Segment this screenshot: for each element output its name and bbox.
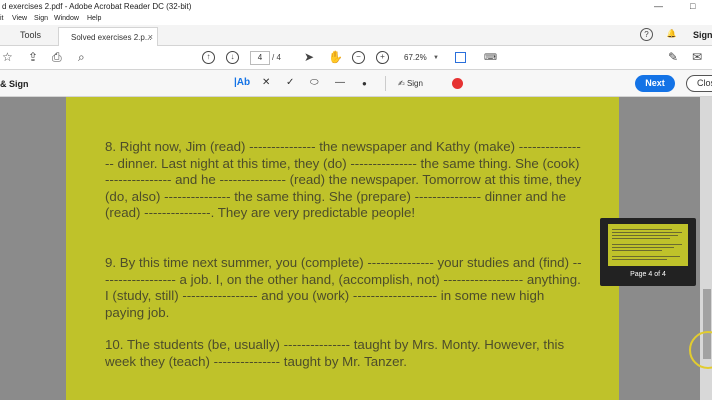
page-thumbnail-popup: Page 4 of 4 [600, 218, 696, 286]
thumb-line [612, 247, 674, 248]
fill-sign-icon[interactable]: ✎ [668, 50, 678, 64]
fill-sign-toolbar: & Sign |Ab ✕ ✓ ⬭ — ● ✍ Sign Next Clos [0, 70, 712, 97]
thumbnail-page-label: Page 4 of 4 [630, 271, 666, 278]
exercise-10-text: 10. The students (be, usually) ---------… [105, 337, 565, 369]
page-display-icon[interactable] [455, 52, 466, 63]
menu-window[interactable]: Window [54, 15, 79, 22]
thumb-line [612, 235, 678, 236]
close-button[interactable]: Clos [686, 75, 712, 92]
title-bar: d exercises 2.pdf - Adobe Acrobat Reader… [0, 0, 712, 14]
thumb-line [612, 244, 682, 245]
zoom-select[interactable]: 67.2% ▼ [398, 51, 442, 65]
tab-tools[interactable]: Tools [20, 30, 41, 40]
thumb-line [612, 232, 682, 233]
fill-sign-title: & Sign [0, 79, 29, 89]
maximize-icon[interactable]: □ [690, 1, 695, 11]
dot-icon[interactable]: ● [362, 79, 367, 88]
zoom-value: 67.2% [404, 53, 427, 62]
tab-document-label: Solved exercises 2.p... [71, 33, 152, 42]
upload-icon[interactable]: ⇪ [28, 50, 38, 64]
previous-page-icon[interactable]: ↑ [202, 51, 215, 64]
print-icon[interactable]: ⎙ [52, 50, 62, 64]
page-number-input[interactable]: 4 [250, 51, 270, 65]
menu-bar: it View Sign Window Help [0, 14, 712, 25]
line-icon[interactable]: — [335, 77, 345, 88]
thumb-line [612, 256, 680, 257]
cross-mark-icon[interactable]: ✕ [262, 77, 270, 88]
sign-in-link[interactable]: Sign [693, 30, 712, 40]
thumb-line [612, 259, 667, 260]
star-icon[interactable]: ☆ [2, 50, 13, 64]
help-icon[interactable]: ? [640, 28, 653, 41]
color-picker-icon[interactable] [452, 78, 463, 89]
sign-button-label: Sign [406, 79, 423, 88]
ellipse-icon[interactable]: ⬭ [310, 77, 319, 88]
close-tab-icon[interactable]: × [148, 32, 153, 42]
main-toolbar: ☆ ⇪ ⎙ ⌕ ↑ ↓ 4 / 4 ➤ ✋ − + 67.2% ▼ ⌨ ✎ ✉ [0, 46, 712, 70]
pdf-page: 8. Right now, Jim (read) ---------------… [66, 97, 619, 400]
keyboard-icon[interactable]: ⌨ [484, 50, 497, 64]
bell-icon[interactable]: 🔔 [665, 28, 678, 41]
menu-view[interactable]: View [12, 15, 27, 22]
thumb-line [612, 229, 672, 230]
zoom-search-icon[interactable]: ⌕ [78, 50, 85, 64]
sign-button[interactable]: ✍ Sign [398, 79, 423, 88]
next-page-icon[interactable]: ↓ [226, 51, 239, 64]
page-total: / 4 [272, 53, 281, 62]
thumb-line [612, 250, 662, 251]
page-thumbnail [608, 224, 688, 266]
select-cursor-icon[interactable]: ➤ [304, 50, 314, 64]
menu-sign[interactable]: Sign [34, 15, 48, 22]
zoom-out-icon[interactable]: − [352, 51, 365, 64]
minimize-icon[interactable]: — [654, 1, 663, 11]
tabs-bar: Tools Solved exercises 2.p... × ? 🔔 Sign [0, 25, 712, 46]
exercise-8-text: 8. Right now, Jim (read) ---------------… [105, 139, 582, 221]
add-text-tool[interactable]: |Ab [234, 77, 250, 88]
window-title: d exercises 2.pdf - Adobe Acrobat Reader… [2, 2, 192, 11]
mail-icon[interactable]: ✉ [692, 50, 702, 64]
menu-edit[interactable]: it [0, 15, 4, 22]
menu-help[interactable]: Help [87, 15, 101, 22]
zoom-in-icon[interactable]: + [376, 51, 389, 64]
chevron-down-icon: ▼ [433, 55, 439, 61]
exercise-9-text: 9. By this time next summer, you (comple… [105, 255, 582, 320]
check-mark-icon[interactable]: ✓ [286, 77, 294, 88]
thumb-line [612, 238, 670, 239]
tab-document[interactable]: Solved exercises 2.p... × [58, 27, 158, 46]
hand-tool-icon[interactable]: ✋ [328, 50, 343, 64]
next-button[interactable]: Next [635, 75, 675, 92]
divider [385, 76, 386, 91]
